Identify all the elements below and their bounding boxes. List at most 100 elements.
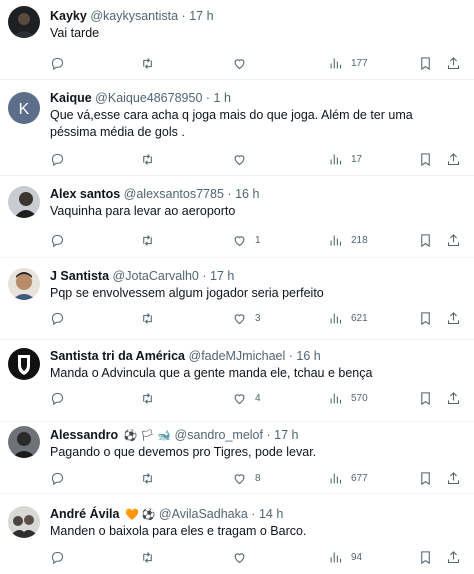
reply-button[interactable] [50,150,65,168]
avatar[interactable] [8,426,40,458]
author-name[interactable]: Santista tri da América [50,349,185,363]
like-count: 8 [255,472,261,484]
author-handle[interactable]: @AvilaSadhaka [159,507,248,521]
tweet[interactable]: Kayky @kaykysantista · 17 h Vai tarde 17… [0,0,474,80]
tweet-header: J Santista @JotaCarvalh0 · 17 h [50,268,468,284]
retweet-button[interactable] [140,150,155,168]
retweet-button[interactable] [140,469,155,487]
author-handle[interactable]: @sandro_melof [175,428,263,442]
views-button[interactable]: 621 [328,309,368,327]
tweet-time[interactable]: 1 h [214,91,231,105]
views-button[interactable]: 570 [328,389,368,407]
like-button[interactable]: 4 [232,389,261,407]
tweet[interactable]: Santista tri da América @fadeMJmichael ·… [0,340,474,422]
retweet-button[interactable] [140,309,155,327]
avatar[interactable] [8,6,40,38]
author-name[interactable]: Kayky [50,9,87,23]
like-icon [234,473,245,484]
like-button[interactable] [232,150,255,168]
tweet[interactable]: J Santista @JotaCarvalh0 · 17 h Pqp se e… [0,258,474,340]
author-handle[interactable]: @kaykysantista [90,9,178,23]
bookmark-button[interactable] [418,469,433,487]
tweet-text: Pagando o que devemos pro Tigres, pode l… [50,445,317,459]
retweet-icon [143,551,152,563]
reply-icon [51,153,64,166]
author-handle[interactable]: @Kaique48678950 [95,91,202,105]
retweet-icon [143,234,152,246]
author-handle[interactable]: @fadeMJmichael [189,349,286,363]
share-button[interactable] [446,54,461,72]
tweet[interactable]: Alessandro ⚽ 🏳 🐋 @sandro_melof · 17 h Pa… [0,422,474,494]
author-name[interactable]: Alex santos [50,187,120,201]
like-button[interactable] [232,548,255,566]
share-button[interactable] [446,231,461,249]
avatar[interactable]: K [8,92,40,124]
like-button[interactable] [232,54,255,72]
share-button[interactable] [446,309,461,327]
like-button[interactable]: 8 [232,469,261,487]
views-icon [330,393,342,403]
tweet-text: Vaquinha para levar ao aeroporto [50,204,236,218]
reply-button[interactable] [50,309,65,327]
retweet-button[interactable] [140,231,155,249]
tweet[interactable]: K Kaique @Kaique48678950 · 1 h Que vá,es… [0,80,474,176]
tweet-header: André Ávila 🧡 ⚽ @AvilaSadhaka · 14 h [50,506,468,523]
bookmark-button[interactable] [418,389,433,407]
author-name[interactable]: Alessandro [50,428,118,442]
tweet-time[interactable]: 17 h [274,428,298,442]
views-button[interactable]: 218 [328,231,368,249]
like-icon [234,393,245,404]
avatar[interactable] [8,186,40,218]
reply-button[interactable] [50,54,65,72]
views-button[interactable]: 94 [328,548,362,566]
avatar[interactable] [8,506,40,538]
retweet-button[interactable] [140,548,155,566]
reply-button[interactable] [50,389,65,407]
share-button[interactable] [446,548,461,566]
author-handle[interactable]: @JotaCarvalh0 [113,269,199,283]
tweet-time[interactable]: 17 h [189,9,213,23]
like-icon [234,154,245,165]
bookmark-button[interactable] [418,231,433,249]
bookmark-icon [421,152,430,166]
tweet[interactable]: André Ávila 🧡 ⚽ @AvilaSadhaka · 14 h Man… [0,494,474,574]
tweet-time[interactable]: 16 h [296,349,320,363]
retweet-button[interactable] [140,54,155,72]
views-count: 677 [351,472,368,484]
views-button[interactable]: 677 [328,469,368,487]
like-button[interactable]: 1 [232,231,261,249]
share-button[interactable] [446,469,461,487]
tweet[interactable]: Alex santos @alexsantos7785 · 16 h Vaqui… [0,176,474,258]
bookmark-button[interactable] [418,309,433,327]
author-name[interactable]: J Santista [50,269,109,283]
like-icon [234,552,245,563]
author-name[interactable]: André Ávila [50,507,119,521]
author-handle[interactable]: @alexsantos7785 [124,187,224,201]
views-button[interactable]: 17 [328,150,362,168]
views-button[interactable]: 177 [328,54,368,72]
tweet-time[interactable]: 17 h [210,269,234,283]
share-button[interactable] [446,150,461,168]
retweet-icon [143,153,152,165]
reply-button[interactable] [50,231,65,249]
bookmark-button[interactable] [418,150,433,168]
views-icon [330,235,342,245]
tweet-time[interactable]: 16 h [235,187,259,201]
action-bar: 4 570 [50,389,466,407]
tweet-header: Alessandro ⚽ 🏳 🐋 @sandro_melof · 17 h [50,427,468,444]
retweet-button[interactable] [140,389,155,407]
reply-button[interactable] [50,469,65,487]
reply-button[interactable] [50,548,65,566]
avatar[interactable] [8,348,40,380]
separator-dot: · [181,9,186,23]
share-button[interactable] [446,389,461,407]
reply-icon [51,234,64,247]
views-icon [330,552,342,562]
tweet-header: Santista tri da América @fadeMJmichael ·… [50,348,468,364]
like-button[interactable]: 3 [232,309,261,327]
bookmark-button[interactable] [418,54,433,72]
author-name[interactable]: Kaique [50,91,92,105]
bookmark-button[interactable] [418,548,433,566]
tweet-time[interactable]: 14 h [259,507,283,521]
avatar[interactable] [8,268,40,300]
